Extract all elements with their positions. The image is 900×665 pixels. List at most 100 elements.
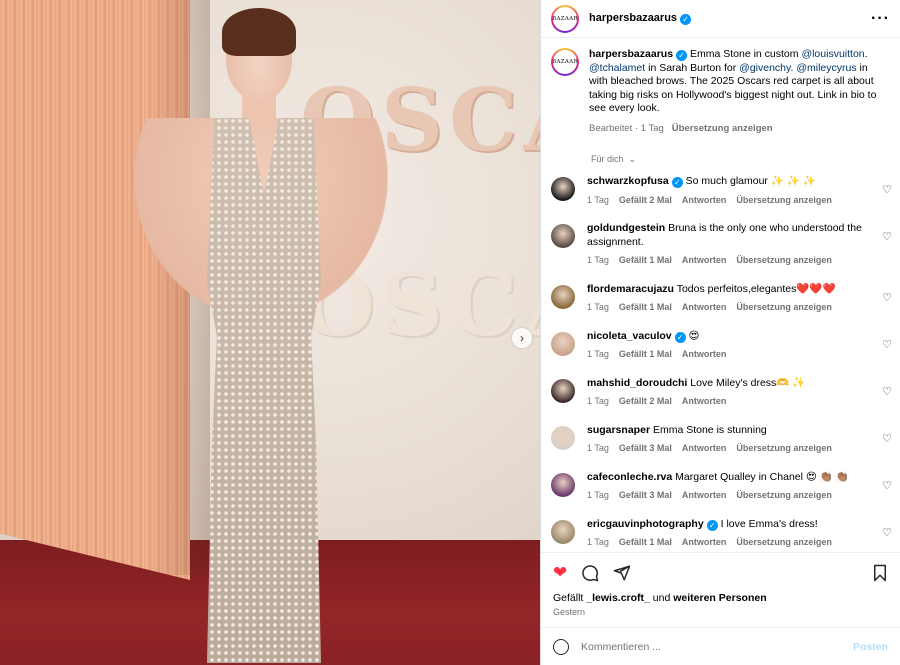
comment-reply-button[interactable]: Antworten — [682, 195, 727, 205]
comment-like-heart-icon[interactable]: ♡ — [882, 338, 892, 351]
likes-mid: und — [649, 592, 674, 604]
commenter-avatar[interactable] — [551, 425, 575, 450]
comment-item: schwarzkopfusa ✓ So much glamour ✨ ✨ ✨ 1 T… — [541, 175, 900, 207]
comment-time[interactable]: 1 Tag — [587, 302, 609, 312]
commenter-avatar[interactable] — [551, 472, 575, 497]
comment-like-heart-icon[interactable]: ♡ — [882, 385, 892, 398]
comment-reply-button[interactable]: Antworten — [682, 396, 727, 406]
bookmark-icon[interactable] — [872, 564, 888, 582]
comment-likes-count[interactable]: Gefällt 2 Mal — [619, 396, 672, 406]
author-username[interactable]: harpersbazaarus ✓ — [589, 12, 692, 25]
next-slide-button[interactable]: › — [512, 328, 532, 348]
comment-translate-link[interactable]: Übersetzung anzeigen — [736, 195, 832, 205]
comment-like-heart-icon[interactable]: ♡ — [882, 291, 892, 304]
author-avatar[interactable]: BAZAAR — [551, 4, 579, 33]
post-date[interactable]: Gestern — [541, 604, 900, 617]
commenter-avatar[interactable] — [551, 519, 575, 544]
comment-likes-count[interactable]: Gefällt 3 Mal — [619, 490, 672, 500]
comment-meta: 1 Tag Gefällt 2 Mal Antworten — [587, 395, 869, 409]
comment-time[interactable]: 1 Tag — [587, 537, 609, 547]
caption-text-1: Emma Stone in custom — [687, 48, 802, 60]
commenter-username[interactable]: cafeconleche.rva — [587, 471, 672, 483]
commenter-username[interactable]: sugarsnaper — [587, 424, 650, 436]
commenter-username[interactable]: nicoleta_vaculov — [587, 330, 672, 342]
comment-translate-link[interactable]: Übersetzung anzeigen — [736, 302, 832, 312]
comment-like-heart-icon[interactable]: ♡ — [882, 230, 892, 243]
comment-reply-button[interactable]: Antworten — [682, 537, 727, 547]
post-caption: BAZAAR harpersbazaarus ✓ Emma Stone in cu… — [541, 38, 900, 135]
caption-avatar[interactable]: BAZAAR — [551, 48, 579, 76]
comment-input[interactable] — [581, 640, 853, 653]
caption-edited: Bearbeitet — [589, 122, 633, 134]
author-username-text[interactable]: harpersbazaarus — [589, 12, 677, 24]
comment-time[interactable]: 1 Tag — [587, 443, 609, 453]
comment-translate-link[interactable]: Übersetzung anzeigen — [736, 443, 832, 453]
commenter-username[interactable]: goldundgestein — [587, 222, 665, 234]
comment-likes-count[interactable]: Gefällt 1 Mal — [619, 537, 672, 547]
comment-reply-button[interactable]: Antworten — [682, 490, 727, 500]
comment-time[interactable]: 1 Tag — [587, 490, 609, 500]
commenter-avatar[interactable] — [551, 224, 575, 248]
like-heart-icon[interactable]: ❤ — [553, 563, 567, 583]
commenter-avatar[interactable] — [551, 331, 575, 356]
commenter-avatar[interactable] — [551, 284, 575, 309]
comment-like-heart-icon[interactable]: ♡ — [882, 526, 892, 539]
comment-meta: 1 Tag Gefällt 3 Mal Antworten Übersetzung a… — [587, 442, 869, 456]
likes-user-link[interactable]: _lewis.croft_ — [586, 592, 650, 604]
comment-meta: 1 Tag Gefällt 1 Mal Antworten — [587, 348, 869, 362]
mention-tchalamet[interactable]: @tchalamet — [589, 62, 645, 74]
commenter-username[interactable]: mahshid_doroudchi — [587, 377, 687, 389]
commenter-username[interactable]: ericgauvinphotography — [587, 518, 704, 530]
comment-reply-button[interactable]: Antworten — [682, 443, 727, 453]
comment-time[interactable]: 1 Tag — [587, 349, 609, 359]
share-paper-plane-icon[interactable] — [613, 564, 631, 582]
comment-time[interactable]: 1 Tag — [587, 396, 609, 406]
emoji-smiley-icon[interactable] — [553, 638, 569, 655]
post-comment-button[interactable]: Posten — [853, 641, 888, 653]
likes-summary: Gefällt _lewis.croft_ und weiteren Perso… — [541, 592, 900, 604]
commenter-avatar[interactable] — [551, 378, 575, 403]
mention-givenchy[interactable]: @givenchy — [739, 62, 790, 74]
mention-louisvuitton[interactable]: @louisvuitton — [801, 48, 864, 60]
comment-like-heart-icon[interactable]: ♡ — [882, 432, 892, 445]
comment-translate-link[interactable]: Übersetzung anzeigen — [736, 255, 832, 265]
comment-translate-link[interactable]: Übersetzung anzeigen — [736, 490, 832, 500]
caption-username[interactable]: harpersbazaarus — [589, 48, 673, 60]
sequin-dress — [206, 118, 322, 663]
comment-reply-button[interactable]: Antworten — [682, 349, 727, 359]
comment-like-heart-icon[interactable]: ♡ — [882, 479, 892, 492]
mention-mileycyrus[interactable]: @mileycyrus — [796, 62, 856, 74]
comment-text: Todos perfeitos,elegantes❤️❤️❤️ — [676, 282, 836, 295]
verified-badge-icon: ✓ — [680, 14, 692, 25]
comment-likes-count[interactable]: Gefällt 2 Mal — [619, 195, 672, 205]
comment-bubble-icon[interactable] — [581, 564, 599, 582]
comment-reply-button[interactable]: Antworten — [682, 302, 727, 312]
caption-time[interactable]: 1 Tag — [641, 123, 664, 134]
caption-translate-link[interactable]: Übersetzung anzeigen — [672, 123, 773, 134]
post-photo[interactable]: OSCARS OSCARS › — [0, 0, 540, 665]
comment-likes-count[interactable]: Gefällt 1 Mal — [619, 255, 672, 265]
comment-item: mahshid_doroudchi Love Miley's dress🫶 ✨ 1… — [541, 377, 900, 409]
comments-scroll-area[interactable]: BAZAAR harpersbazaarus ✓ Emma Stone in cu… — [541, 38, 900, 552]
comment-likes-count[interactable]: Gefällt 1 Mal — [619, 349, 672, 359]
comment-likes-count[interactable]: Gefällt 3 Mal — [619, 443, 672, 453]
comment-like-heart-icon[interactable]: ♡ — [882, 183, 892, 196]
comment-time[interactable]: 1 Tag — [587, 195, 609, 205]
commenter-avatar[interactable] — [551, 177, 575, 201]
comment-item: sugarsnaper Emma Stone is stunning 1 Tag G… — [541, 424, 900, 456]
likes-others-link[interactable]: weiteren Personen — [673, 592, 766, 604]
commenter-username[interactable]: flordemaracujazu — [587, 283, 674, 295]
comment-item: nicoleta_vaculov ✓ 😍 1 Tag Gefällt 1 Mal Ant… — [541, 330, 900, 362]
comment-text: Margaret Qualley in Chanel 😍 👏🏽 👏🏽 — [675, 470, 849, 483]
more-options-icon[interactable]: ··· — [871, 10, 890, 28]
commenter-username[interactable]: schwarzkopfusa — [587, 175, 669, 187]
comment-reply-button[interactable]: Antworten — [682, 255, 727, 265]
likes-prefix: Gefällt — [553, 592, 587, 604]
comment-likes-count[interactable]: Gefällt 1 Mal — [619, 302, 672, 312]
comment-filter-dropdown[interactable]: Für dich ⌄ — [541, 135, 900, 165]
comment-translate-link[interactable]: Übersetzung anzeigen — [736, 537, 832, 547]
comment-filter-label[interactable]: Für dich — [591, 154, 624, 164]
post-header: BAZAAR harpersbazaarus ✓ ··· — [541, 0, 900, 38]
comment-time[interactable]: 1 Tag — [587, 255, 609, 265]
comment-item: goldundgestein Bruna is the only one who… — [541, 222, 900, 268]
